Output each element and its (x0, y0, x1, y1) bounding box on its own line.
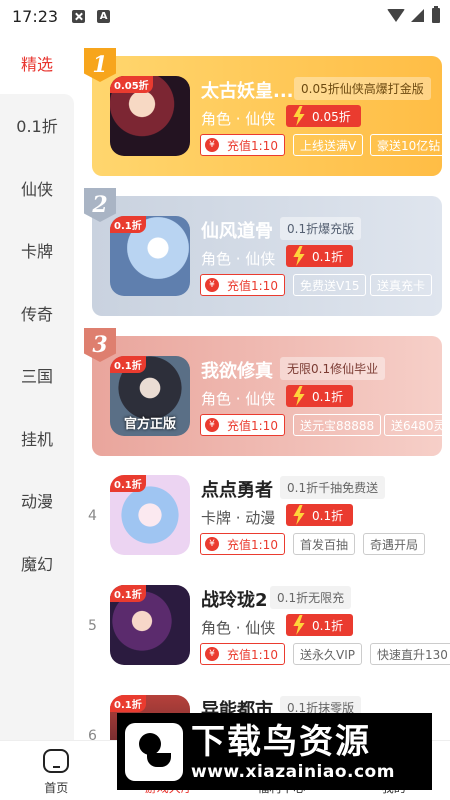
yen-icon: ¥ (205, 278, 219, 292)
benefit-chip: 送永久VIP (293, 643, 362, 665)
recharge-badge: ¥ 充值1:10 (200, 643, 285, 665)
recharge-badge: ¥ 充值1:10 (200, 533, 285, 555)
game-genre: 角色 · 仙侠 (201, 110, 276, 128)
lightning-icon (293, 246, 305, 266)
sidebar-item-legend[interactable]: 传奇 (0, 282, 74, 345)
rank-number: 4 (88, 508, 97, 524)
recharge-badge: ¥ 充值1:10 (200, 134, 285, 156)
discount-badge: 0.05折 (286, 105, 361, 127)
discount-value: 0.05折 (312, 109, 351, 124)
promo-label: 0.1折千抽免费送 (280, 476, 386, 499)
discount-badge: 0.1折 (286, 245, 354, 267)
discount-tag: 0.1折 (110, 216, 146, 233)
sidebar-item-three-kingdoms[interactable]: 三国 (0, 344, 74, 407)
yen-icon: ¥ (205, 138, 219, 152)
sidebar-item-card[interactable]: 卡牌 (0, 219, 74, 282)
watermark-url: www.xiazainiao.com (191, 761, 395, 782)
sidebar-item-xianxia[interactable]: 仙侠 (0, 157, 74, 220)
recharge-badge: ¥ 充值1:10 (200, 414, 285, 436)
discount-value: 0.1折 (312, 249, 344, 264)
discount-badge: 0.1折 (286, 504, 354, 526)
lightning-icon (293, 386, 305, 406)
discount-value: 0.1折 (312, 389, 344, 404)
yen-icon: ¥ (205, 537, 219, 551)
yen-icon: ¥ (205, 647, 219, 661)
benefit-chip: 送6480灵 (384, 414, 450, 436)
sidebar-item-featured[interactable]: 精选 (0, 32, 74, 94)
battery-icon (432, 6, 440, 23)
game-icon[interactable]: 0.05折 (110, 76, 190, 156)
sidebar-item-idle[interactable]: 挂机 (0, 407, 74, 470)
game-icon[interactable]: 0.1折 (110, 585, 190, 665)
promo-label: 0.1折爆充版 (280, 217, 362, 240)
discount-value: 0.1折 (312, 508, 344, 523)
sidebar-item-anime[interactable]: 动漫 (0, 469, 74, 532)
icon-caption: 官方正版 (123, 417, 176, 432)
game-title[interactable]: 战玲珑2 (201, 586, 268, 612)
promo-label: 无限0.1修仙毕业 (280, 357, 386, 380)
recharge-value: 充值1:10 (227, 138, 278, 153)
lightning-icon (293, 615, 305, 635)
close-badge-icon (72, 9, 86, 23)
game-icon[interactable]: 0.1折 (110, 216, 190, 296)
game-genre: 角色 · 仙侠 (201, 250, 276, 268)
rank-number: 6 (88, 728, 97, 740)
game-title[interactable]: 太古妖皇... (201, 77, 294, 103)
game-icon[interactable]: 0.1折 官方正版 (110, 356, 190, 436)
status-bar: 17:23 A (0, 0, 450, 32)
promo-label: 0.05折仙侠高爆打金版 (294, 77, 431, 100)
benefit-chip: 上线送满V (293, 134, 364, 156)
game-icon[interactable]: 0.1折 (110, 475, 190, 555)
discount-tag: 0.1折 (110, 585, 146, 602)
sidebar-item-label: 精选 (20, 55, 53, 74)
discount-tag: 0.1折 (110, 356, 146, 373)
discount-tag: 0.1折 (110, 695, 146, 712)
status-time: 17:23 (12, 6, 59, 26)
benefit-chip: 奇遇开局 (363, 533, 426, 555)
sidebar-item-0-1-discount[interactable]: 0.1折 (0, 94, 74, 157)
promo-label: 0.1折无限充 (270, 586, 352, 609)
watermark-overlay: 下载鸟资源 www.xiazainiao.com (117, 713, 432, 790)
recharge-value: 充值1:10 (227, 647, 278, 662)
recharge-value: 充值1:10 (227, 278, 278, 293)
category-sidebar: 精选 0.1折 仙侠 卡牌 传奇 三国 挂机 动漫 魔幻 (0, 32, 74, 740)
benefit-chip: 送元宝88888 (293, 414, 382, 436)
game-list: 1 0.05折 太古妖皇... 0.05折仙侠高爆打金版 角色 · 仙侠 0.0… (84, 32, 450, 740)
discount-value: 0.1折 (312, 618, 344, 633)
benefit-chip: 首发百抽 (293, 533, 356, 555)
home-icon (43, 749, 70, 773)
bird-logo-icon (125, 722, 183, 781)
benefit-chip: 免费送V15 (293, 274, 367, 296)
signal-icon (411, 9, 424, 22)
benefit-chip: 送真充卡 (370, 274, 433, 296)
nav-home-label: 首页 (44, 781, 69, 795)
recharge-value: 充值1:10 (227, 537, 278, 552)
game-genre: 角色 · 仙侠 (201, 619, 276, 637)
recharge-badge: ¥ 充值1:10 (200, 274, 285, 296)
benefit-chip: 快速直升130 (370, 643, 450, 665)
discount-badge: 0.1折 (286, 614, 354, 636)
discount-badge: 0.1折 (286, 385, 354, 407)
wifi-icon (387, 9, 405, 22)
recharge-value: 充值1:10 (227, 418, 278, 433)
lightning-icon (293, 106, 305, 126)
lightning-icon (293, 505, 305, 525)
rank-number: 5 (88, 618, 97, 634)
sidebar-item-fantasy[interactable]: 魔幻 (0, 532, 74, 595)
watermark-brand: 下载鸟资源 (191, 721, 371, 762)
a-badge-icon: A (97, 9, 111, 23)
nav-home[interactable]: 首页 (0, 741, 113, 800)
game-genre: 卡牌 · 动漫 (201, 509, 276, 527)
discount-tag: 0.05折 (110, 76, 153, 93)
game-title[interactable]: 点点勇者 (201, 476, 273, 502)
game-genre: 角色 · 仙侠 (201, 390, 276, 408)
discount-tag: 0.1折 (110, 475, 146, 492)
game-title[interactable]: 仙风道骨 (201, 217, 273, 243)
game-title[interactable]: 我欲修真 (201, 357, 273, 383)
benefit-chip: 豪送10亿钻 (370, 134, 448, 156)
yen-icon: ¥ (205, 418, 219, 432)
